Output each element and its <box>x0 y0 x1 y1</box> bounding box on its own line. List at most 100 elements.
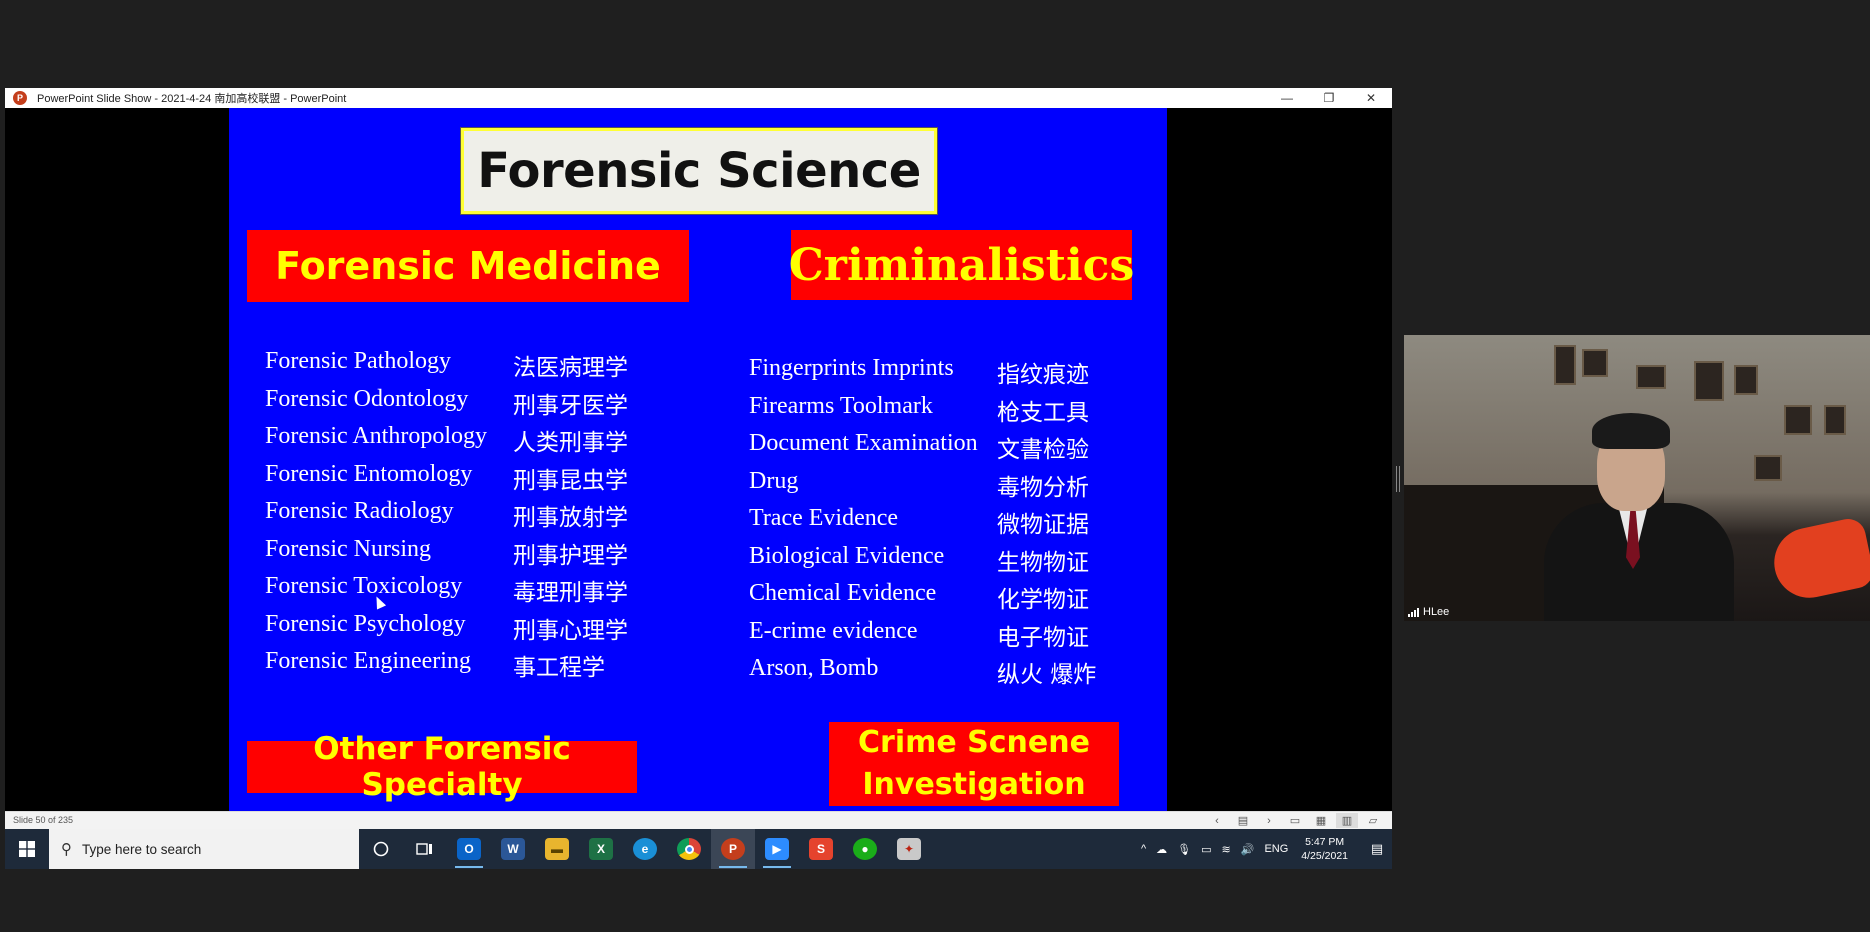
wechat-icon[interactable]: ● <box>843 829 887 869</box>
item-chinese: 刑事牙医学 <box>513 392 628 419</box>
item-english: Forensic Nursing <box>265 535 431 562</box>
participant-label: HLee <box>1408 606 1449 618</box>
item-english: Chemical Evidence <box>749 580 937 606</box>
next-slide-icon[interactable]: › <box>1258 813 1280 828</box>
item-chinese: 法医病理学 <box>513 355 628 381</box>
clock[interactable]: 5:47 PM 4/25/2021 <box>1301 835 1348 863</box>
taskbar: ⚲ Type here to search O W ▬ X e P ▶ S ● … <box>5 829 1392 869</box>
list-item: Firearms Toolmark 枪支工具 <box>749 393 1149 431</box>
slide-menu-icon[interactable]: ▤ <box>1232 813 1254 828</box>
item-english: Firearms Toolmark <box>749 392 933 419</box>
clock-time: 5:47 PM <box>1305 836 1345 848</box>
other-forensic-specialty-banner: Other Forensic Specialty <box>247 731 637 803</box>
battery-icon[interactable]: ▭ <box>1201 843 1211 856</box>
item-english: Forensic Anthropology <box>265 423 487 449</box>
list-item: Forensic Radiology 刑事放射学 <box>265 498 665 536</box>
system-tray: ^ ☁ 🎙 ▭ ≋ 🔊 ENG 5:47 PM 4/25/2021 ▤ <box>1136 829 1392 869</box>
list-item: Trace Evidence 微物证据 <box>749 505 1149 543</box>
powerpoint-window: P PowerPoint Slide Show - 2021-4-24 南加高校… <box>5 88 1392 869</box>
word-icon[interactable]: W <box>491 829 535 869</box>
item-english: Drug <box>749 467 799 494</box>
list-item: Arson, Bomb 纵火 爆炸 <box>749 655 1149 693</box>
notification-icon[interactable]: ▤ <box>1362 829 1392 869</box>
list-item: Forensic Odontology 刑事牙医学 <box>265 386 665 424</box>
powerpoint-icon: P <box>13 91 27 105</box>
status-bar: Slide 50 of 235 ‹ ▤ › ▭ ▦ ▥ ▱ <box>5 811 1392 829</box>
item-english: Forensic Toxicology <box>265 573 463 599</box>
item-english: Forensic Radiology <box>265 498 454 524</box>
search-placeholder: Type here to search <box>82 841 202 857</box>
item-chinese: 刑事昆虫学 <box>513 467 628 494</box>
excel-icon[interactable]: X <box>579 829 623 869</box>
zoom-icon[interactable]: ▶ <box>755 829 799 869</box>
list-item: Forensic Engineering 事工程学 <box>265 648 665 686</box>
criminalistics-heading: Criminalistics <box>789 230 1134 300</box>
chevron-up-icon[interactable]: ^ <box>1141 843 1146 855</box>
list-item: Forensic Anthropology 人类刑事学 <box>265 423 665 461</box>
item-chinese: 毒物分析 <box>997 474 1089 501</box>
slideshow-view-icon[interactable]: ▱ <box>1362 813 1384 828</box>
list-item: Forensic Pathology 法医病理学 <box>265 348 665 386</box>
item-english: Fingerprints Imprints <box>749 355 954 381</box>
app-icon[interactable]: ✦ <box>887 829 931 869</box>
item-chinese: 文書检验 <box>997 437 1089 463</box>
volume-icon[interactable]: 🔊 <box>1241 843 1255 856</box>
item-chinese: 生物物证 <box>997 549 1089 576</box>
reading-view-icon[interactable]: ▥ <box>1336 813 1358 828</box>
list-item: Forensic Nursing 刑事护理学 <box>265 536 665 574</box>
slide-sorter-icon[interactable]: ▦ <box>1310 813 1332 828</box>
microphone-icon[interactable]: 🎙 <box>1177 843 1191 856</box>
video-tile[interactable]: HLee <box>1404 335 1870 621</box>
chrome-icon[interactable] <box>667 829 711 869</box>
item-english: Arson, Bomb <box>749 655 879 681</box>
language-indicator[interactable]: ENG <box>1264 843 1288 855</box>
list-item: Fingerprints Imprints 指纹痕迹 <box>749 355 1149 393</box>
participant-name: HLee <box>1423 606 1450 618</box>
item-english: Forensic Entomology <box>265 460 473 487</box>
powerpoint-taskbar-icon[interactable]: P <box>711 829 755 869</box>
item-english: Forensic Pathology <box>265 348 451 374</box>
window-title: PowerPoint Slide Show - 2021-4-24 南加高校联盟… <box>37 93 347 105</box>
item-chinese: 刑事放射学 <box>513 505 628 531</box>
edge-icon[interactable]: e <box>623 829 667 869</box>
resize-handle[interactable] <box>1396 466 1400 492</box>
wifi-icon[interactable]: ≋ <box>1222 843 1231 856</box>
minimize-button[interactable]: — <box>1266 88 1308 108</box>
onedrive-icon[interactable]: ☁ <box>1156 843 1167 856</box>
forensic-medicine-heading: Forensic Medicine <box>247 230 689 302</box>
item-english: Document Examination <box>749 430 978 456</box>
restore-button[interactable]: ❐ <box>1308 88 1350 108</box>
slide-canvas[interactable]: Forensic Science Forensic Medicine Crimi… <box>229 108 1167 811</box>
cortana-icon[interactable] <box>359 829 403 869</box>
screen: P PowerPoint Slide Show - 2021-4-24 南加高校… <box>0 0 1870 932</box>
title-bar[interactable]: P PowerPoint Slide Show - 2021-4-24 南加高校… <box>5 88 1392 108</box>
item-chinese: 刑事心理学 <box>513 617 628 644</box>
item-chinese: 电子物证 <box>997 624 1089 651</box>
item-english: Forensic Psychology <box>265 610 466 637</box>
item-english: Forensic Odontology <box>265 385 469 412</box>
item-english: E-crime evidence <box>749 617 918 644</box>
list-item: Forensic Toxicology 毒理刑事学 <box>265 573 665 611</box>
item-english: Forensic Engineering <box>265 648 471 674</box>
slide-title: Forensic Science <box>477 143 921 199</box>
crime-scene-investigation-banner: Crime Scnene Investigation <box>829 722 1119 806</box>
previous-slide-icon[interactable]: ‹ <box>1206 813 1228 828</box>
forensic-medicine-list: Forensic Pathology 法医病理学 Forensic Odontolo… <box>265 348 665 686</box>
item-chinese: 毒理刑事学 <box>513 580 628 606</box>
search-icon: ⚲ <box>61 841 72 858</box>
windows-start-icon[interactable] <box>5 829 49 869</box>
wps-icon[interactable]: S <box>799 829 843 869</box>
clock-date: 4/25/2021 <box>1301 850 1348 862</box>
file-explorer-icon[interactable]: ▬ <box>535 829 579 869</box>
normal-view-icon[interactable]: ▭ <box>1284 813 1306 828</box>
taskbar-search[interactable]: ⚲ Type here to search <box>49 829 359 869</box>
list-item: Drug 毒物分析 <box>749 468 1149 506</box>
item-english: Biological Evidence <box>749 542 945 569</box>
list-item: Forensic Psychology 刑事心理学 <box>265 611 665 649</box>
item-chinese: 微物证据 <box>997 512 1089 538</box>
task-view-icon[interactable] <box>403 829 447 869</box>
outlook-icon[interactable]: O <box>447 829 491 869</box>
item-chinese: 事工程学 <box>513 655 605 681</box>
list-item: Biological Evidence 生物物证 <box>749 543 1149 581</box>
close-button[interactable]: ✕ <box>1350 88 1392 108</box>
